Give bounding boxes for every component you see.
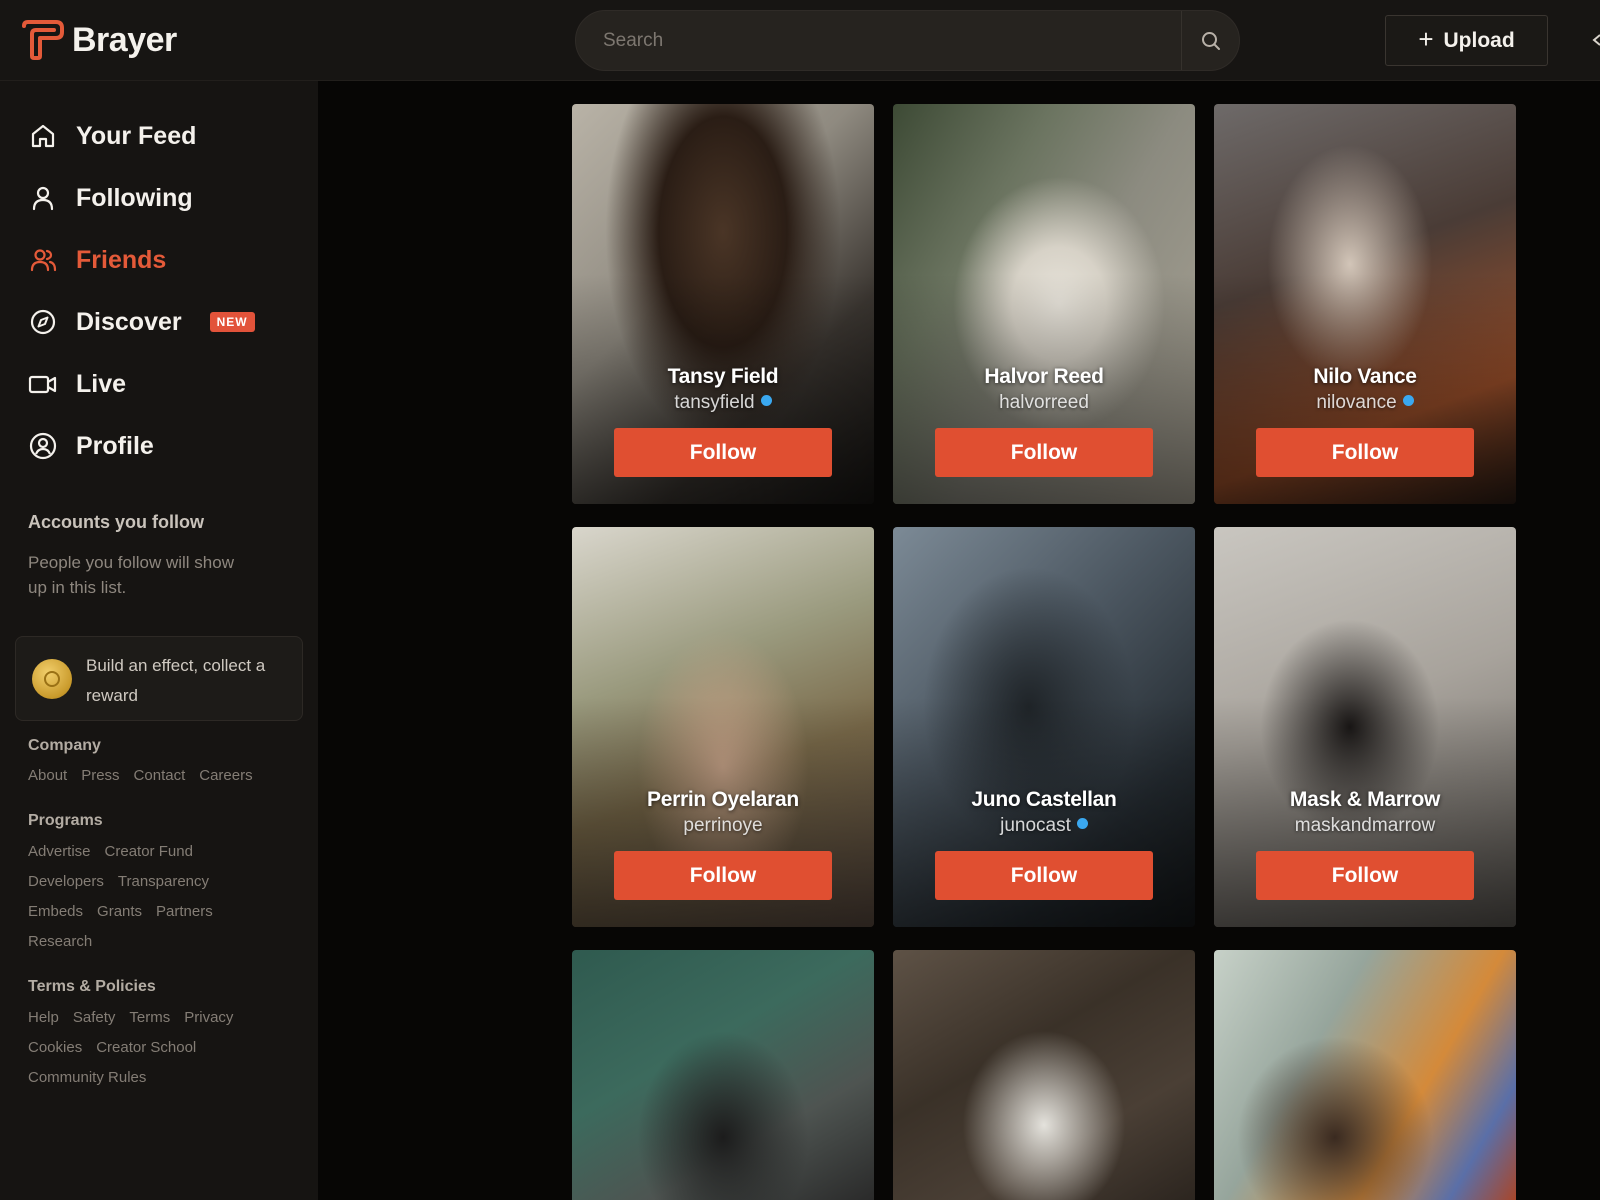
reward-text: Build an effect, collect a reward — [86, 656, 266, 705]
creator-card[interactable]: Juno Castellan junocast Follow — [893, 527, 1195, 927]
follow-button[interactable]: Follow — [935, 428, 1153, 477]
creator-handle: tansyfield — [572, 392, 874, 414]
creator-handle: halvorreed — [999, 392, 1089, 413]
creator-handle: perrinoye — [683, 815, 763, 836]
verified-icon — [1076, 818, 1088, 830]
follow-button[interactable]: Follow — [1256, 428, 1474, 477]
footer-programs-title: Programs — [28, 812, 103, 829]
nav-item-friends[interactable]: Friends — [28, 240, 166, 280]
footer-programs-row: Developers Transparency — [28, 873, 209, 890]
footer-link[interactable]: Research — [28, 933, 92, 950]
footer-terms-row: Help Safety Terms Privacy — [28, 1009, 233, 1026]
upload-button[interactable]: + Upload — [1385, 15, 1548, 66]
creator-card[interactable]: Tansy Field tansyfield Follow — [572, 104, 874, 504]
upload-label: Upload — [1443, 28, 1515, 52]
nav-label: Following — [76, 183, 193, 212]
verified-icon — [760, 395, 772, 407]
footer-link[interactable]: Safety — [73, 1009, 116, 1026]
creator-name: Halvor Reed — [984, 365, 1104, 388]
nav-item-your-feed[interactable]: Your Feed — [28, 116, 196, 156]
footer-link[interactable]: About — [28, 767, 67, 784]
follow-button[interactable]: Follow — [614, 851, 832, 900]
search-button[interactable] — [1181, 11, 1239, 70]
accounts-title: Accounts you follow — [28, 512, 205, 532]
nav-label: Friends — [76, 245, 167, 274]
creator-handle: junocast — [893, 815, 1195, 837]
home-icon — [28, 121, 58, 151]
nav-item-discover[interactable]: Discover NEW — [28, 302, 255, 342]
footer-link[interactable]: Press — [81, 767, 119, 784]
footer-link[interactable]: Advertise — [28, 843, 91, 860]
reward-card[interactable]: Build an effect, collect a reward — [15, 636, 303, 721]
plus-icon: + — [1418, 24, 1434, 54]
footer-link[interactable]: Help — [28, 1009, 59, 1026]
creator-card[interactable] — [1214, 950, 1516, 1200]
footer-link[interactable]: Embeds — [28, 903, 83, 920]
footer-link[interactable]: Grants — [97, 903, 142, 920]
nav-item-profile[interactable]: Profile — [28, 426, 154, 466]
footer-link[interactable]: Creator Fund — [105, 843, 193, 860]
footer-link[interactable]: Privacy — [184, 1009, 233, 1026]
accounts-description: People you follow will show up in this l… — [28, 553, 234, 597]
nav-label: Profile — [76, 431, 154, 460]
new-badge: NEW — [209, 312, 255, 332]
coin-icon — [32, 659, 72, 699]
profile-circle-icon — [28, 431, 58, 461]
creator-name: Perrin Oyelaran — [647, 788, 799, 811]
footer-terms-row: Cookies Creator School — [28, 1039, 196, 1056]
creator-card[interactable]: Halvor Reed halvorreed Follow — [893, 104, 1195, 504]
compass-icon — [28, 307, 58, 337]
creator-name: Mask & Marrow — [1289, 788, 1441, 811]
search-input[interactable] — [576, 11, 1181, 70]
footer-link[interactable]: Creator School — [96, 1039, 196, 1056]
brayer-logo-icon — [22, 20, 64, 60]
footer-link[interactable]: Community Rules — [28, 1069, 146, 1086]
creator-handle: maskandmarrow — [1294, 815, 1436, 836]
nav-label: Live — [76, 369, 127, 398]
creator-card[interactable]: Perrin Oyelaran perrinoye Follow — [572, 527, 874, 927]
footer-link[interactable]: Partners — [156, 903, 213, 920]
top-header: Brayer + Upload — [0, 0, 1600, 81]
footer-link[interactable]: Terms — [129, 1009, 170, 1026]
creator-name: Tansy Field — [667, 365, 779, 388]
users-icon — [28, 245, 58, 275]
footer-company-title: Company — [28, 737, 101, 754]
footer-link[interactable]: Contact — [134, 767, 186, 784]
nav-item-following[interactable]: Following — [28, 178, 193, 218]
creator-card[interactable]: Nilo Vance nilovance Follow — [1214, 104, 1516, 504]
creator-card[interactable] — [572, 950, 874, 1200]
verified-icon — [1402, 395, 1414, 407]
footer-link[interactable]: Developers — [28, 873, 104, 890]
footer-programs-row: Advertise Creator Fund — [28, 843, 193, 860]
footer-terms-row: Community Rules — [28, 1069, 146, 1086]
footer-terms-title: Terms & Policies — [28, 978, 156, 995]
creator-name: Nilo Vance — [1313, 365, 1417, 388]
creator-handle: nilovance — [1214, 392, 1516, 414]
creator-card[interactable]: Mask & Marrow maskandmarrow Follow — [1214, 527, 1516, 927]
video-camera-icon — [28, 369, 58, 399]
menu-arrow-icon[interactable] — [1592, 30, 1600, 50]
footer-link[interactable]: Careers — [199, 767, 252, 784]
footer-programs-row: Embeds Grants Partners — [28, 903, 213, 920]
sidebar: Your Feed Following Friends Discover NEW… — [0, 81, 318, 1200]
follow-button[interactable]: Follow — [935, 851, 1153, 900]
nav-label: Your Feed — [76, 121, 197, 150]
search-icon — [1201, 31, 1220, 50]
creator-name: Juno Castellan — [971, 788, 1117, 811]
follow-button[interactable]: Follow — [614, 428, 832, 477]
nav-label: Discover — [76, 307, 182, 336]
creator-card[interactable] — [893, 950, 1195, 1200]
nav-item-live[interactable]: Live — [28, 364, 126, 404]
footer-company-links: About Press Contact Careers — [28, 767, 253, 784]
brand-logo[interactable]: Brayer — [20, 20, 177, 60]
footer-programs-row: Research — [28, 933, 92, 950]
footer-link[interactable]: Transparency — [118, 873, 209, 890]
brand-name: Brayer — [72, 20, 177, 59]
footer-link[interactable]: Cookies — [28, 1039, 82, 1056]
search-bar — [575, 10, 1240, 71]
follow-button[interactable]: Follow — [1256, 851, 1474, 900]
user-icon — [28, 183, 58, 213]
